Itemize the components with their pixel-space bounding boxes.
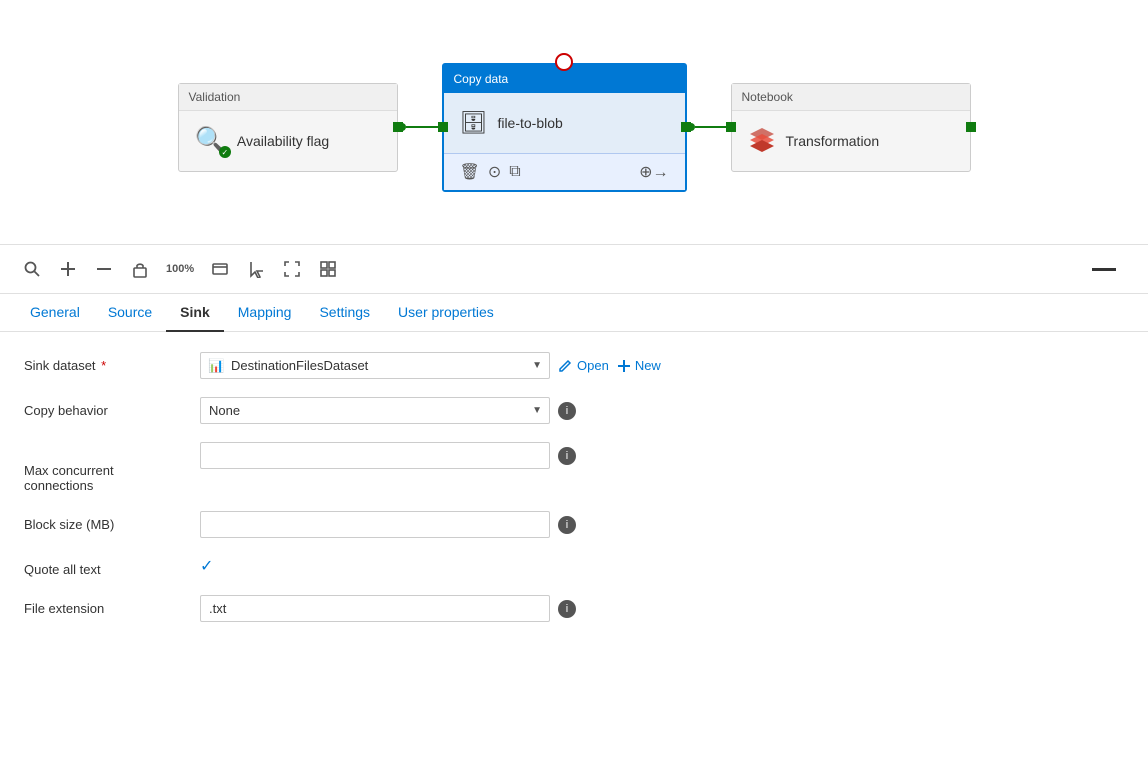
search-button[interactable] bbox=[16, 253, 48, 285]
copy-behavior-wrapper: None FlattenHierarchy MergeFiles Preserv… bbox=[200, 397, 550, 424]
file-extension-input[interactable] bbox=[200, 595, 550, 622]
notebook-node-body: Transformation bbox=[732, 111, 970, 171]
zoom-label: 100% bbox=[166, 263, 194, 275]
copy-port-left bbox=[438, 122, 448, 132]
file-extension-label: File extension bbox=[24, 595, 184, 616]
notebook-node[interactable]: Notebook Transformation bbox=[731, 83, 971, 172]
new-dataset-link[interactable]: New bbox=[617, 358, 661, 373]
sink-dataset-wrapper: 📊 DestinationFilesDataset ▼ bbox=[200, 352, 550, 379]
file-extension-info-icon[interactable]: i bbox=[558, 600, 576, 618]
tab-user-properties[interactable]: User properties bbox=[384, 294, 508, 332]
add-button[interactable] bbox=[52, 253, 84, 285]
validation-node[interactable]: Validation 🔍 ✓ Availability flag bbox=[178, 83, 398, 172]
block-size-label: Block size (MB) bbox=[24, 511, 184, 532]
copy-port-right bbox=[681, 122, 691, 132]
file-extension-row: File extension i bbox=[24, 595, 1124, 622]
delete-action-btn[interactable]: 🗑 bbox=[456, 160, 484, 184]
validation-node-header: Validation bbox=[179, 84, 397, 111]
tab-sink[interactable]: Sink bbox=[166, 294, 224, 332]
max-concurrent-input[interactable] bbox=[200, 442, 550, 469]
block-size-input[interactable] bbox=[200, 511, 550, 538]
lock-button[interactable] bbox=[124, 253, 156, 285]
quote-all-text-row: Quote all text ✓ bbox=[24, 556, 1124, 577]
tab-general[interactable]: General bbox=[16, 294, 94, 332]
notebook-port-right bbox=[966, 122, 976, 132]
validation-port-right bbox=[393, 122, 403, 132]
notebook-node-header: Notebook bbox=[732, 84, 970, 111]
plus-icon bbox=[617, 359, 631, 373]
tab-mapping[interactable]: Mapping bbox=[224, 294, 306, 332]
copy-data-node[interactable]: Copy data 🗄 file-to-blob 🗑 ⊙ ⧉ ⊕→ bbox=[442, 63, 687, 192]
copy-data-node-body: 🗄 file-to-blob bbox=[444, 93, 685, 153]
validation-icon: 🔍 ✓ bbox=[195, 125, 227, 156]
connector-2 bbox=[687, 123, 731, 131]
block-size-row: Block size (MB) i bbox=[24, 511, 1124, 538]
quote-all-text-check[interactable]: ✓ bbox=[200, 556, 213, 576]
block-size-info-icon[interactable]: i bbox=[558, 516, 576, 534]
sink-dataset-select[interactable]: DestinationFilesDataset bbox=[200, 352, 550, 379]
tab-source[interactable]: Source bbox=[94, 294, 166, 332]
copy-behavior-row: Copy behavior None FlattenHierarchy Merg… bbox=[24, 397, 1124, 424]
copy-behavior-controls: None FlattenHierarchy MergeFiles Preserv… bbox=[200, 397, 1124, 424]
expand-button[interactable] bbox=[276, 253, 308, 285]
sink-dataset-row: Sink dataset * 📊 DestinationFilesDataset… bbox=[24, 352, 1124, 379]
sink-form: Sink dataset * 📊 DestinationFilesDataset… bbox=[0, 332, 1148, 753]
max-concurrent-row: Max concurrent connections i bbox=[24, 442, 1124, 493]
pencil-icon bbox=[558, 358, 573, 373]
move-action-btn[interactable]: ⊕→ bbox=[635, 160, 672, 184]
fit-button[interactable] bbox=[204, 253, 236, 285]
validation-label: Availability flag bbox=[237, 133, 329, 149]
block-size-controls: i bbox=[200, 511, 1124, 538]
duplicate-action-btn[interactable]: ⧉ bbox=[505, 161, 524, 183]
tab-settings[interactable]: Settings bbox=[305, 294, 384, 332]
copy-behavior-select[interactable]: None FlattenHierarchy MergeFiles Preserv… bbox=[200, 397, 550, 424]
pipeline-flow: Validation 🔍 ✓ Availability flag C bbox=[178, 63, 971, 192]
sink-dataset-label: Sink dataset * bbox=[24, 352, 184, 373]
sink-dataset-controls: 📊 DestinationFilesDataset ▼ Open New bbox=[200, 352, 1124, 379]
canvas-toolbar: 100% bbox=[0, 245, 1148, 294]
file-extension-controls: i bbox=[200, 595, 1124, 622]
required-indicator: * bbox=[98, 358, 107, 373]
grid-button[interactable] bbox=[312, 253, 344, 285]
notebook-icon bbox=[748, 124, 776, 158]
max-concurrent-label: Max concurrent connections bbox=[24, 442, 184, 493]
copy-data-label: file-to-blob bbox=[497, 115, 562, 131]
copy-behavior-label: Copy behavior bbox=[24, 397, 184, 418]
copy-behavior-info-icon[interactable]: i bbox=[558, 402, 576, 420]
property-tabs: General Source Sink Mapping Settings Use… bbox=[0, 294, 1148, 332]
max-concurrent-info-icon[interactable]: i bbox=[558, 447, 576, 465]
copy-data-icon: 🗄 bbox=[460, 110, 488, 136]
max-concurrent-controls: i bbox=[200, 442, 1124, 469]
notebook-port-left bbox=[726, 122, 736, 132]
open-dataset-link[interactable]: Open bbox=[558, 358, 609, 373]
quote-all-text-controls: ✓ bbox=[200, 556, 1124, 576]
pipeline-canvas: Validation 🔍 ✓ Availability flag C bbox=[0, 0, 1148, 245]
validation-node-body: 🔍 ✓ Availability flag bbox=[179, 111, 397, 171]
copy-data-actions: 🗑 ⊙ ⧉ ⊕→ bbox=[444, 153, 685, 190]
notebook-label: Transformation bbox=[786, 133, 880, 149]
remove-button[interactable] bbox=[88, 253, 120, 285]
quote-all-text-label: Quote all text bbox=[24, 556, 184, 577]
error-indicator bbox=[555, 53, 573, 71]
zoom-button[interactable]: 100% bbox=[160, 253, 200, 285]
connector-1 bbox=[398, 123, 442, 131]
select-button[interactable] bbox=[240, 253, 272, 285]
copy-action-btn[interactable]: ⊙ bbox=[484, 160, 505, 184]
collapse-handle[interactable] bbox=[1092, 268, 1116, 271]
